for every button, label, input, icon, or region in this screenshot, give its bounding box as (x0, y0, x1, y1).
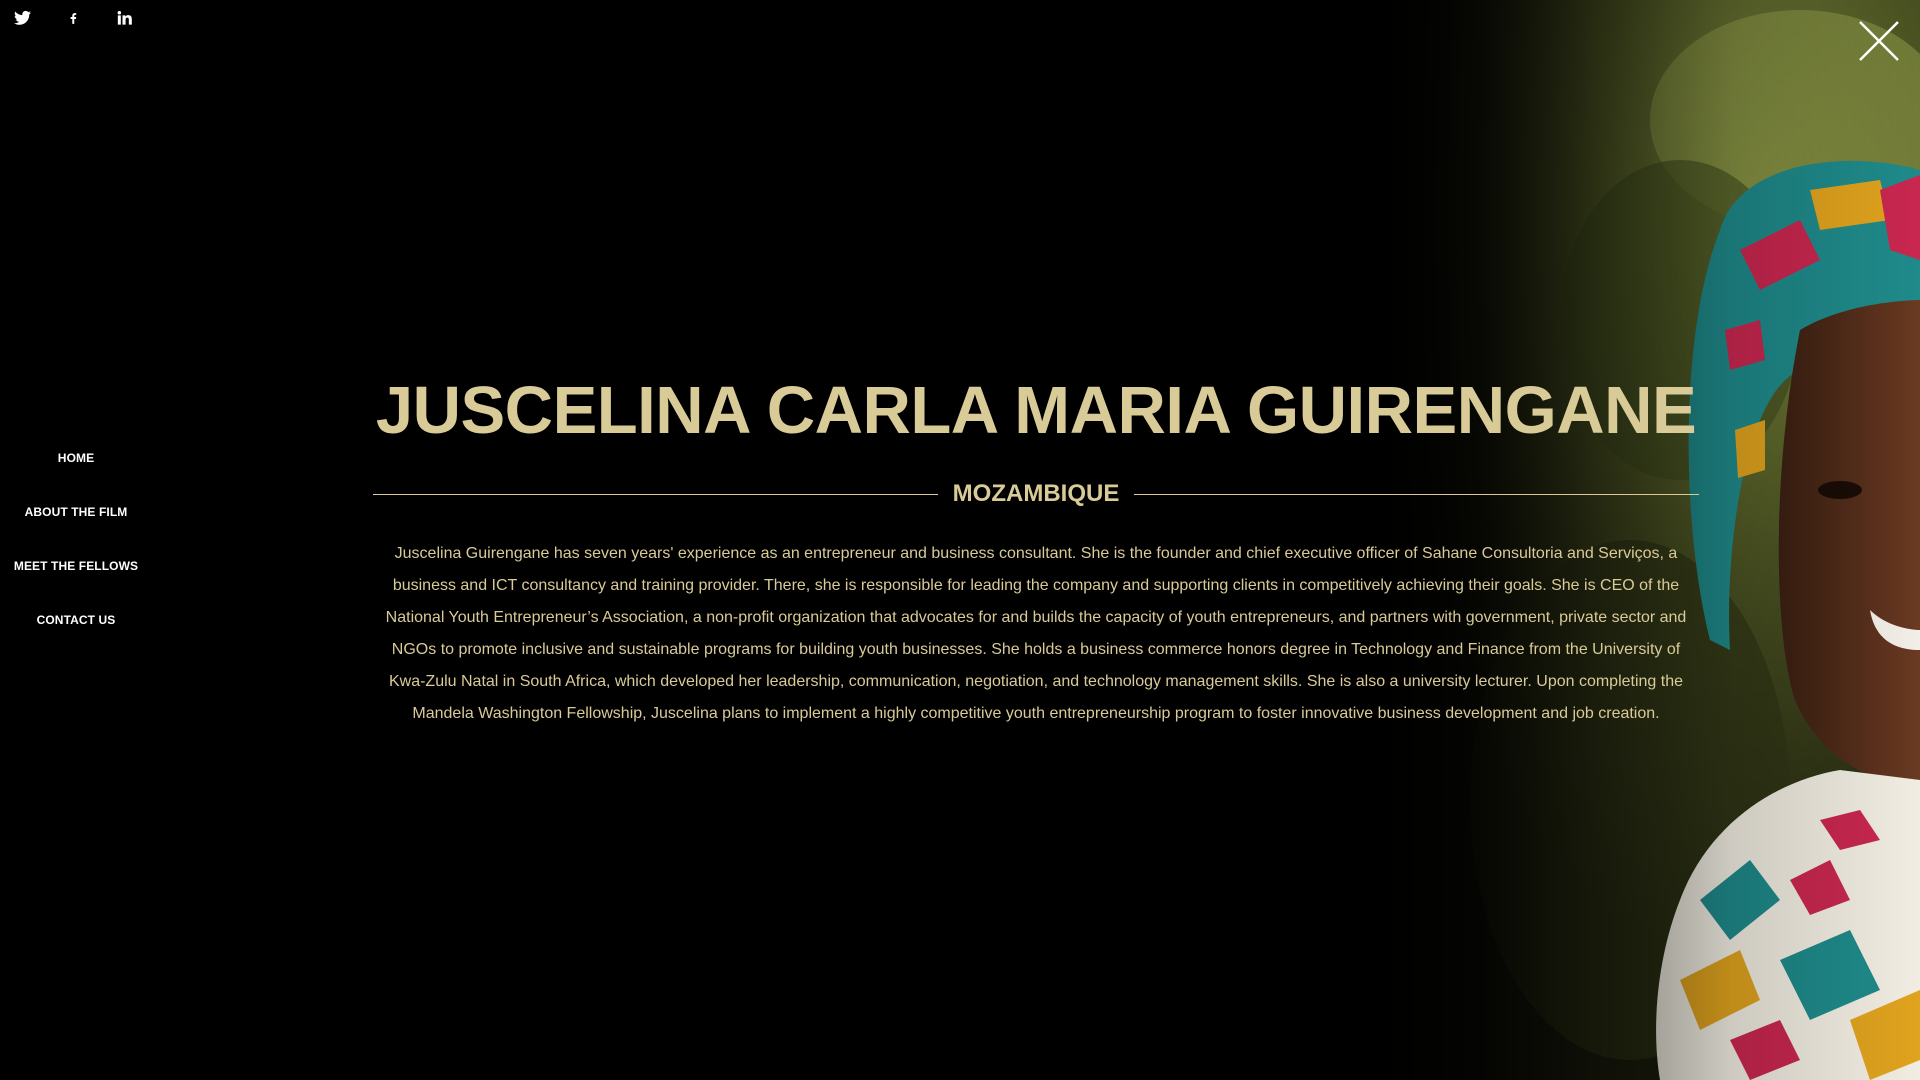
fellow-profile-overlay: HOME ABOUT THE FILM MEET THE FELLOWS CON… (0, 0, 1920, 1080)
divider-left (373, 494, 938, 495)
main-nav: HOME ABOUT THE FILM MEET THE FELLOWS CON… (0, 446, 152, 662)
profile-content: JUSCELINA CARLA MARIA GUIRENGANE MOZAMBI… (373, 368, 1699, 730)
fellow-bio: Juscelina Guirengane has seven years' ex… (385, 545, 1687, 722)
twitter-icon[interactable] (14, 10, 65, 34)
fellow-country: MOZAMBIQUE (952, 480, 1120, 507)
divider-right (1134, 494, 1699, 495)
close-icon[interactable] (1858, 20, 1900, 62)
nav-item-home[interactable]: HOME (0, 446, 152, 500)
country-row: MOZAMBIQUE (373, 476, 1699, 512)
facebook-icon[interactable] (65, 10, 116, 34)
nav-item-about-the-film[interactable]: ABOUT THE FILM (0, 500, 152, 554)
fellow-name: JUSCELINA CARLA MARIA GUIRENGANE (375, 373, 1697, 448)
nav-item-meet-the-fellows[interactable]: MEET THE FELLOWS (0, 554, 152, 608)
nav-item-contact-us[interactable]: CONTACT US (0, 608, 152, 662)
social-links (14, 10, 167, 34)
linkedin-icon[interactable] (116, 10, 167, 34)
